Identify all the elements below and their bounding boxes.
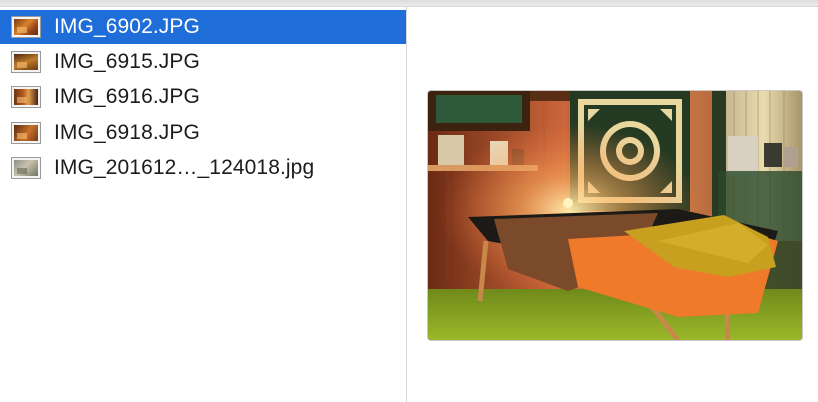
- file-row-img-20161[interactable]: IMG_201612…_124018.jpg: [0, 151, 406, 185]
- photo-thumbnail-icon: [12, 17, 40, 37]
- file-row-img-6916[interactable]: IMG_6916.JPG: [0, 80, 406, 114]
- file-row-img-6918[interactable]: IMG_6918.JPG: [0, 116, 406, 150]
- file-name: IMG_6916.JPG: [54, 85, 200, 108]
- photo-thumbnail-icon: [12, 52, 40, 72]
- photo-thumbnail-icon: [12, 87, 40, 107]
- file-row-img-6902[interactable]: IMG_6902.JPG: [0, 10, 406, 44]
- file-name: IMG_6902.JPG: [54, 15, 200, 38]
- file-row-img-6915[interactable]: IMG_6915.JPG: [0, 45, 406, 79]
- file-name: IMG_6918.JPG: [54, 121, 200, 144]
- photo-thumbnail-icon: [12, 123, 40, 143]
- finder-window: IMG_6902.JPG IMG_6915.JPG IMG_6916.JPG I…: [0, 0, 818, 402]
- photo-thumbnail-icon: [12, 158, 40, 178]
- file-name: IMG_6915.JPG: [54, 50, 200, 73]
- preview-pane: [407, 7, 818, 402]
- file-list-column[interactable]: IMG_6902.JPG IMG_6915.JPG IMG_6916.JPG I…: [0, 7, 406, 402]
- window-top-edge: [0, 0, 818, 7]
- photo-preview-image[interactable]: [428, 91, 802, 340]
- file-name: IMG_201612…_124018.jpg: [54, 156, 315, 179]
